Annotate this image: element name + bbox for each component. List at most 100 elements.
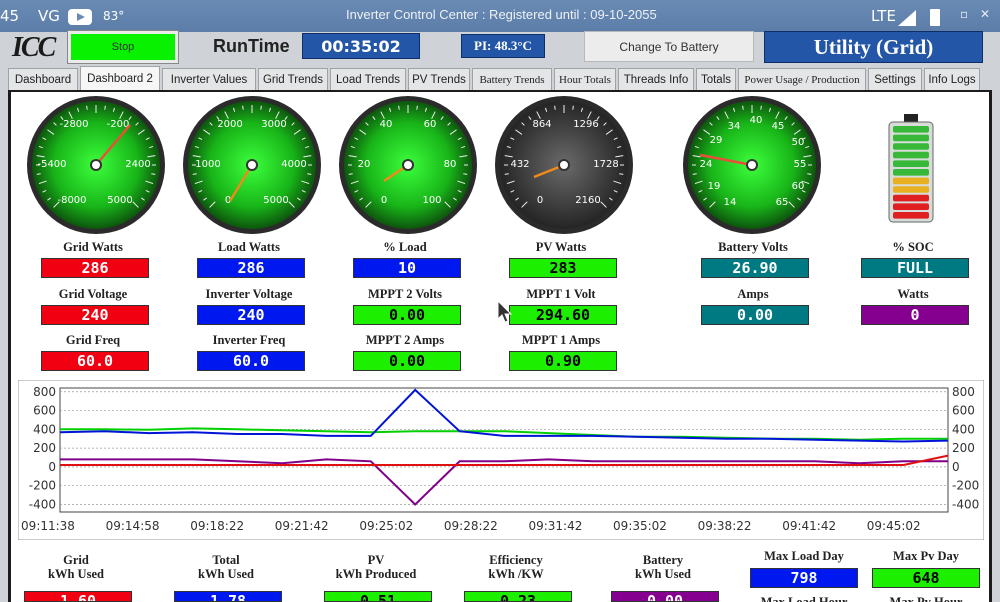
tab-info-logs[interactable]: Info Logs <box>924 68 980 90</box>
pv-watts-value: 283 <box>509 258 617 278</box>
gauge-tick <box>504 173 509 175</box>
grid-voltage-label: Grid Voltage <box>58 287 128 301</box>
x-tick-label: 09:14:58 <box>106 519 160 533</box>
y-tick-label-right: 0 <box>952 460 960 474</box>
gauge-scale-label: 50 <box>792 137 805 148</box>
gauge-scale-label: 20 <box>358 159 371 170</box>
battery-segment <box>893 126 929 133</box>
network-label: LTE <box>871 7 896 25</box>
tab-bar: Dashboard Dashboard 2 Inverter Values Grid … <box>8 66 984 90</box>
battery-segment <box>893 151 929 159</box>
efficiency-kwh-kw-value: 0.23 <box>464 591 572 602</box>
minimize-icon[interactable]: ▫ <box>960 7 968 21</box>
watts-label: Watts <box>897 287 929 301</box>
gauge-scale-label: 2000 <box>217 119 242 130</box>
load-watts-value: 286 <box>197 258 305 278</box>
gauge-tick <box>398 105 400 110</box>
x-tick-label: 09:31:42 <box>528 519 582 533</box>
gauge-scale-label: 40 <box>750 115 763 126</box>
battery-icon <box>930 9 940 26</box>
label-line-1: Efficiency <box>489 553 543 567</box>
gauge-tick <box>348 173 353 175</box>
inverter-freq-label: Inverter Freq <box>212 333 286 347</box>
tab-hour-totals[interactable]: Hour Totals <box>554 68 616 90</box>
amps-label: Amps <box>737 287 769 301</box>
gauge-tick <box>307 173 312 175</box>
gauge-tick <box>260 105 262 110</box>
signal-icon <box>898 10 916 26</box>
y-tick-label-right: -400 <box>952 497 979 511</box>
tab-battery-trends[interactable]: Battery Trends <box>472 68 552 90</box>
mppt-1-amps-label: MPPT 1 Amps <box>521 333 601 347</box>
gauge-scale-label: 34 <box>728 121 741 132</box>
gauge-tick <box>242 105 244 110</box>
clock: 45 <box>0 7 20 25</box>
plot-area <box>59 387 949 513</box>
battery-kwh-used-value: 0.00 <box>611 591 719 602</box>
y-tick-label-right: 600 <box>952 404 975 418</box>
close-icon[interactable]: ✕ <box>980 7 990 21</box>
max-pv-hour-label: Max Pv Hour <box>889 595 963 602</box>
inverter-freq-value: 60.0 <box>197 351 305 371</box>
change-to-battery-button[interactable]: Change To Battery <box>584 31 754 62</box>
y-tick-label-right: 200 <box>952 441 975 455</box>
watts-value: 0 <box>861 305 969 325</box>
gauge-scale-label: 432 <box>510 159 529 170</box>
gauge-scale-label: 1728 <box>593 159 618 170</box>
grid-watts-label: Grid Watts <box>63 240 123 254</box>
max-load-hour-label: Max Load Hour <box>760 595 848 602</box>
runtime-label: RunTime <box>213 36 290 56</box>
y-tick-label-left: 800 <box>33 385 56 399</box>
gauge-scale-label: 65 <box>776 197 789 208</box>
gauge-scale-label: 55 <box>794 159 807 170</box>
battery-volts-label: Battery Volts <box>718 240 788 254</box>
app-logo: ICC <box>12 32 56 63</box>
label-line-2: kWh Used <box>48 567 104 581</box>
x-tick-label: 09:38:22 <box>698 519 752 533</box>
tab-inverter-values[interactable]: Inverter Values <box>162 68 256 90</box>
x-tick-label: 09:21:42 <box>275 519 329 533</box>
soc-battery-icon <box>888 114 934 223</box>
pv-watts-gauge: 864 1296 432 1728 0 2160 <box>495 96 633 234</box>
battery-terminal <box>904 114 918 122</box>
window-title: Inverter Control Center : Registered unt… <box>346 7 657 22</box>
inverter-voltage-label: Inverter Voltage <box>205 287 293 301</box>
battery-segment <box>893 143 929 150</box>
gauge-scale-label: 60 <box>792 181 805 192</box>
label-line-1: Total <box>212 553 240 567</box>
y-tick-label-left: -400 <box>29 497 56 511</box>
mppt-2-volts-value: 0.00 <box>353 305 461 325</box>
tab-threads-info[interactable]: Threads Info <box>618 68 694 90</box>
runtime-value: 00:35:02 <box>302 33 420 59</box>
tab-load-trends[interactable]: Load Trends <box>330 68 406 90</box>
gauge-scale-label: 2400 <box>125 159 150 170</box>
tab-grid-trends[interactable]: Grid Trends <box>258 68 328 90</box>
x-tick-label: 09:25:02 <box>359 519 413 533</box>
stop-button[interactable]: Stop <box>67 30 179 64</box>
trend-chart: 800 800 600 600 400 400 200 200 0 0 -200 -200 -400 -4… <box>18 380 984 540</box>
mppt-1-volt-value: 294.60 <box>509 305 617 325</box>
tab-settings[interactable]: Settings <box>868 68 922 90</box>
tab-power-usage-production[interactable]: Power Usage / Production <box>738 68 866 90</box>
x-tick-label: 09:45:02 <box>867 519 921 533</box>
y-tick-label-left: 400 <box>33 422 56 436</box>
label-line-1: Battery <box>642 553 684 567</box>
status-bar: 45 VG 83° Inverter Control Center : Regi… <box>0 0 1000 32</box>
tab-pv-trends[interactable]: PV Trends <box>408 68 470 90</box>
gauge-tick <box>760 105 762 110</box>
tab-dashboard-2[interactable]: Dashboard 2 <box>80 66 160 90</box>
tab-dashboard[interactable]: Dashboard <box>8 68 78 90</box>
gauge-tick <box>692 173 697 175</box>
y-tick-label-left: -200 <box>29 479 56 493</box>
gauge-hub <box>246 159 258 171</box>
gauge-tick <box>104 105 106 110</box>
youtube-icon <box>68 9 92 25</box>
gauge-tick <box>36 173 41 175</box>
load-watts-gauge: 2000 30001000 40000 5000 <box>183 96 321 234</box>
battery-volts-gauge: 34 40 45 29 50 24 55 19 60 14 65 <box>683 96 821 234</box>
battery-segment <box>893 134 929 142</box>
tab-totals[interactable]: Totals <box>696 68 736 90</box>
gauge-scale-label: 0 <box>381 195 387 206</box>
battery-kwh-used-label: Battery kWh Used <box>603 553 723 581</box>
gauge-tick <box>86 105 88 110</box>
